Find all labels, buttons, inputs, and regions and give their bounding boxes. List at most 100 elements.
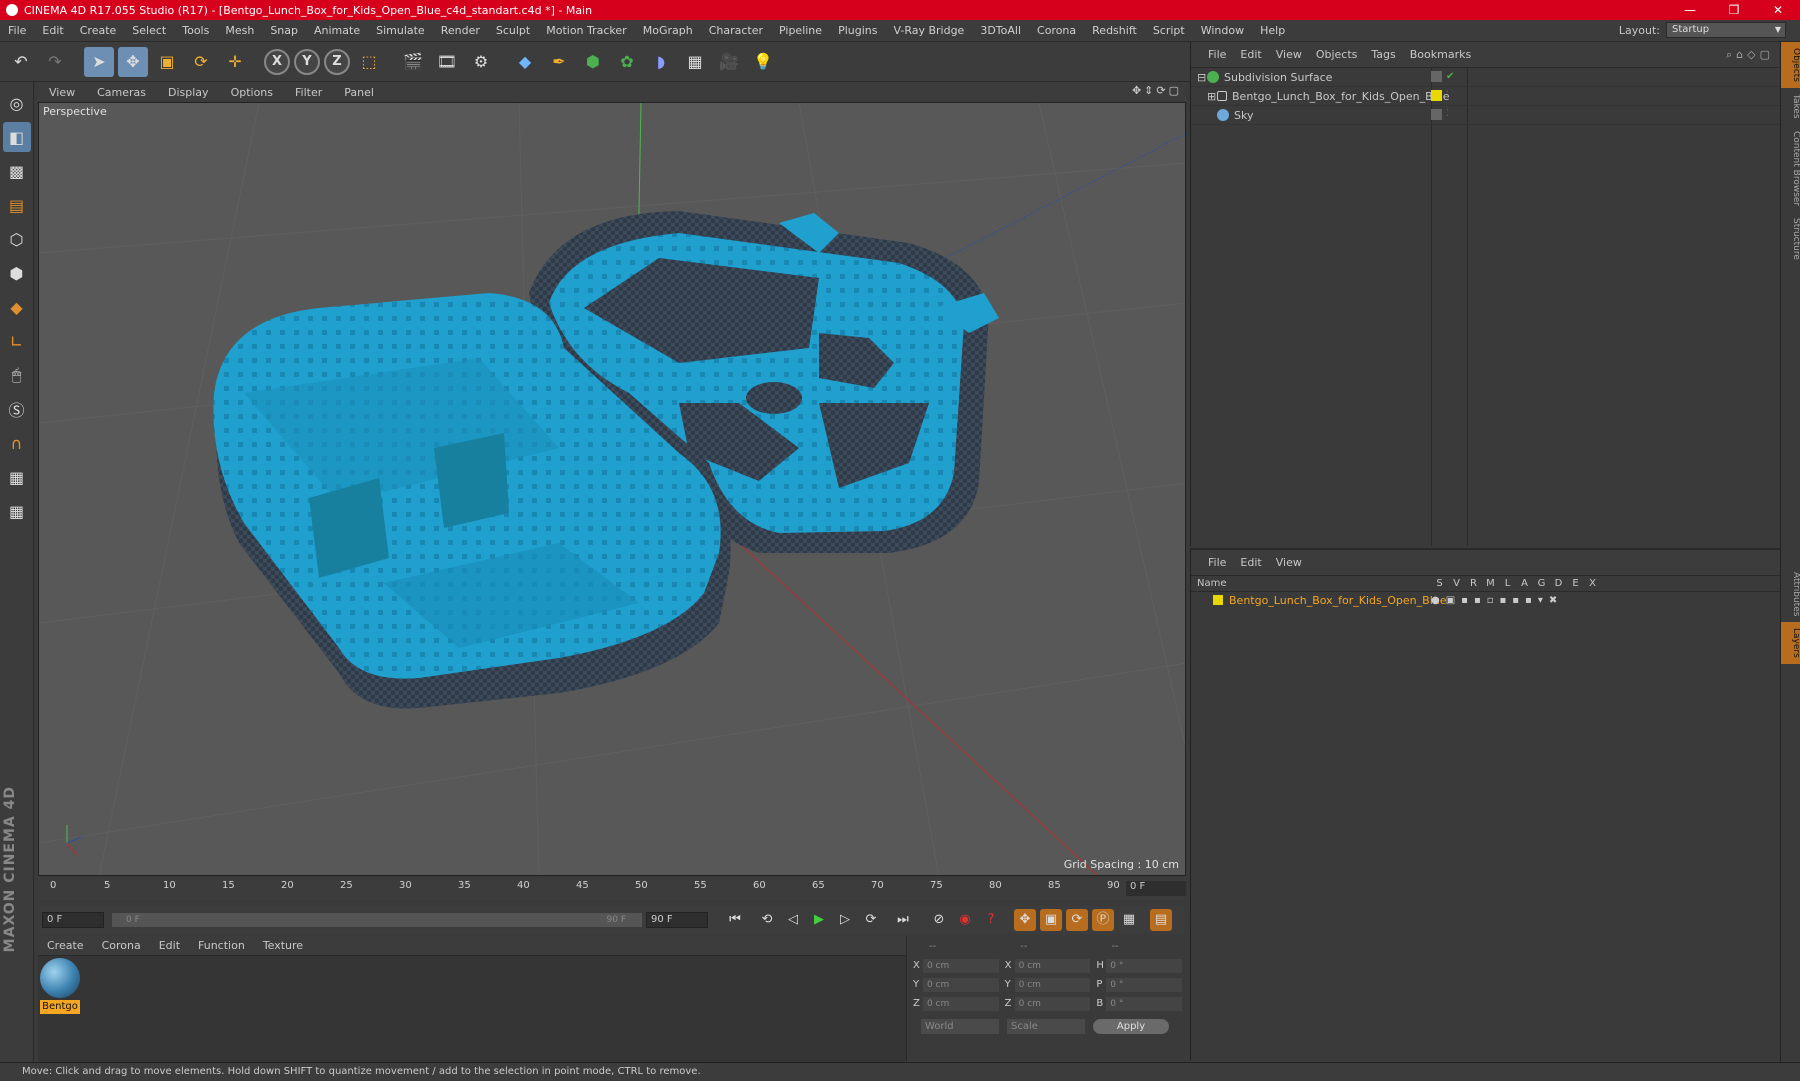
layer-color-swatch[interactable] bbox=[1213, 595, 1223, 605]
rotation-b-field[interactable]: 0 ° bbox=[1106, 996, 1182, 1011]
menu-create[interactable]: Create bbox=[72, 24, 125, 37]
menu-file[interactable]: File bbox=[0, 24, 34, 37]
menu-pipeline[interactable]: Pipeline bbox=[771, 24, 830, 37]
rotation-h-field[interactable]: 0 ° bbox=[1106, 958, 1182, 973]
next-frame-icon[interactable]: ▷ bbox=[834, 909, 856, 931]
material-menu-create[interactable]: Create bbox=[38, 939, 93, 952]
coordinate-system-icon[interactable]: ⬚ bbox=[354, 47, 384, 77]
render-picture-viewer-icon[interactable]: 🎞 bbox=[432, 47, 462, 77]
model-mode-icon[interactable]: ◧ bbox=[2, 122, 31, 152]
close-icon[interactable]: ✕ bbox=[1756, 0, 1800, 20]
menu-edit[interactable]: Edit bbox=[34, 24, 71, 37]
frame-range-slider[interactable]: 0 F 90 F bbox=[112, 913, 642, 927]
axis-mode-icon[interactable]: ∟ bbox=[3, 326, 31, 356]
menu-character[interactable]: Character bbox=[701, 24, 771, 37]
tab-attributes[interactable]: Attributes bbox=[1781, 566, 1800, 622]
grid-snap-icon[interactable]: ▦ bbox=[3, 496, 31, 526]
redo-icon[interactable]: ↷ bbox=[40, 47, 70, 77]
viewport-menu-view[interactable]: View bbox=[38, 86, 86, 99]
coordinate-space-dropdown[interactable]: World bbox=[921, 1019, 999, 1034]
layer-menu-view[interactable]: View bbox=[1269, 556, 1309, 569]
viewport-menu-cameras[interactable]: Cameras bbox=[86, 86, 157, 99]
menu-script[interactable]: Script bbox=[1145, 24, 1193, 37]
menu-mesh[interactable]: Mesh bbox=[217, 24, 262, 37]
layout-dropdown[interactable]: Startup bbox=[1666, 22, 1786, 38]
light-icon[interactable]: 💡 bbox=[748, 47, 778, 77]
menu-vray-bridge[interactable]: V-Ray Bridge bbox=[885, 24, 972, 37]
end-frame-field[interactable]: 90 F bbox=[646, 912, 708, 928]
layer-row[interactable]: Bentgo_Lunch_Box_for_Kids_Open_Blue ●▣▪▪… bbox=[1191, 592, 1780, 608]
menu-simulate[interactable]: Simulate bbox=[368, 24, 433, 37]
menu-animate[interactable]: Animate bbox=[306, 24, 368, 37]
make-editable-icon[interactable]: ◎ bbox=[3, 88, 31, 118]
object-row-bentgo[interactable]: ⊞ Bentgo_Lunch_Box_for_Kids_Open_Blue ⁚ bbox=[1191, 87, 1780, 106]
workplane-mode-icon[interactable]: ▤ bbox=[3, 190, 31, 220]
object-menu-edit[interactable]: Edit bbox=[1233, 48, 1268, 61]
object-menu-file[interactable]: File bbox=[1201, 48, 1233, 61]
points-mode-icon[interactable]: ⬡ bbox=[3, 224, 31, 254]
menu-render[interactable]: Render bbox=[433, 24, 488, 37]
go-to-end-icon[interactable]: ⏭ bbox=[892, 909, 914, 931]
size-y-field[interactable]: 0 cm bbox=[1014, 977, 1091, 992]
rotate-tool-icon[interactable]: ⟳ bbox=[186, 47, 216, 77]
menu-mograph[interactable]: MoGraph bbox=[635, 24, 701, 37]
tweak-mode-icon[interactable]: 🖱 bbox=[3, 360, 31, 390]
next-key-icon[interactable]: ⟳ bbox=[860, 909, 882, 931]
key-rotation-icon[interactable]: ⟳ bbox=[1066, 909, 1088, 931]
magnet-icon[interactable]: ∩ bbox=[3, 428, 31, 458]
menu-sculpt[interactable]: Sculpt bbox=[488, 24, 538, 37]
key-parameter-icon[interactable]: Ⓟ bbox=[1092, 909, 1114, 931]
timeline-ruler[interactable]: 0 5 10 15 20 25 30 35 40 45 50 55 60 65 … bbox=[38, 878, 1186, 900]
cube-object-icon[interactable]: ◆ bbox=[510, 47, 540, 77]
spline-pen-icon[interactable]: ✒ bbox=[544, 47, 574, 77]
minimize-icon[interactable]: — bbox=[1668, 0, 1712, 20]
object-row-sky[interactable]: Sky ⁚ bbox=[1191, 106, 1780, 125]
menu-window[interactable]: Window bbox=[1193, 24, 1252, 37]
go-to-start-icon[interactable]: ⏮ bbox=[724, 909, 746, 931]
tab-objects[interactable]: Objects bbox=[1781, 42, 1800, 89]
visibility-dots-icon[interactable]: ⁚ bbox=[1446, 109, 1457, 120]
material-menu-edit[interactable]: Edit bbox=[150, 939, 189, 952]
polygons-mode-icon[interactable]: ◆ bbox=[3, 292, 31, 322]
viewport-menu-panel[interactable]: Panel bbox=[333, 86, 385, 99]
transform-tool-icon[interactable]: ✛ bbox=[220, 47, 250, 77]
floor-scene-icon[interactable]: ▦ bbox=[680, 47, 710, 77]
rotation-p-field[interactable]: 0 ° bbox=[1106, 977, 1182, 992]
material-menu-function[interactable]: Function bbox=[189, 939, 254, 952]
tab-structure[interactable]: Structure bbox=[1781, 212, 1800, 266]
object-menu-objects[interactable]: Objects bbox=[1309, 48, 1365, 61]
subdivision-generator-icon[interactable]: ⬢ bbox=[578, 47, 608, 77]
position-y-field[interactable]: 0 cm bbox=[922, 977, 999, 992]
undo-icon[interactable]: ↶ bbox=[6, 47, 36, 77]
menu-3dtoall[interactable]: 3DToAll bbox=[972, 24, 1029, 37]
menu-snap[interactable]: Snap bbox=[262, 24, 306, 37]
snap-icon[interactable]: Ⓢ bbox=[3, 394, 31, 424]
x-axis-lock-icon[interactable]: X bbox=[264, 48, 290, 75]
object-menu-view[interactable]: View bbox=[1269, 48, 1309, 61]
record-keys-icon[interactable]: ◉ bbox=[954, 909, 976, 931]
key-position-icon[interactable]: ✥ bbox=[1014, 909, 1036, 931]
menu-redshift[interactable]: Redshift bbox=[1084, 24, 1145, 37]
auto-keying-icon[interactable]: ? bbox=[980, 909, 1002, 931]
camera-icon[interactable]: 🎥 bbox=[714, 47, 744, 77]
previous-frame-icon[interactable]: ◁ bbox=[782, 909, 804, 931]
layer-flag-icons[interactable]: ●▣▪▪▫▪▪▪▾✖ bbox=[1431, 595, 1563, 606]
menu-tools[interactable]: Tools bbox=[174, 24, 217, 37]
current-frame-field[interactable]: 0 F bbox=[1126, 881, 1186, 896]
size-mode-dropdown[interactable]: Scale bbox=[1007, 1019, 1085, 1034]
timeline-window-icon[interactable]: ▤ bbox=[1150, 909, 1172, 931]
layer-menu-file[interactable]: File bbox=[1201, 556, 1233, 569]
tab-takes[interactable]: Takes bbox=[1781, 88, 1800, 125]
material-menu-texture[interactable]: Texture bbox=[254, 939, 312, 952]
render-settings-icon[interactable]: ⚙ bbox=[466, 47, 496, 77]
layer-menu-edit[interactable]: Edit bbox=[1233, 556, 1268, 569]
z-axis-lock-icon[interactable]: Z bbox=[324, 48, 350, 75]
menu-motion-tracker[interactable]: Motion Tracker bbox=[538, 24, 634, 37]
perspective-viewport[interactable]: Perspective Grid Spacing : 10 cm bbox=[38, 102, 1186, 876]
size-x-field[interactable]: 0 cm bbox=[1014, 958, 1091, 973]
menu-plugins[interactable]: Plugins bbox=[830, 24, 885, 37]
deformer-icon[interactable]: ◗ bbox=[646, 47, 676, 77]
size-z-field[interactable]: 0 cm bbox=[1014, 996, 1091, 1011]
play-icon[interactable]: ▶ bbox=[808, 909, 830, 931]
position-z-field[interactable]: 0 cm bbox=[922, 996, 999, 1011]
